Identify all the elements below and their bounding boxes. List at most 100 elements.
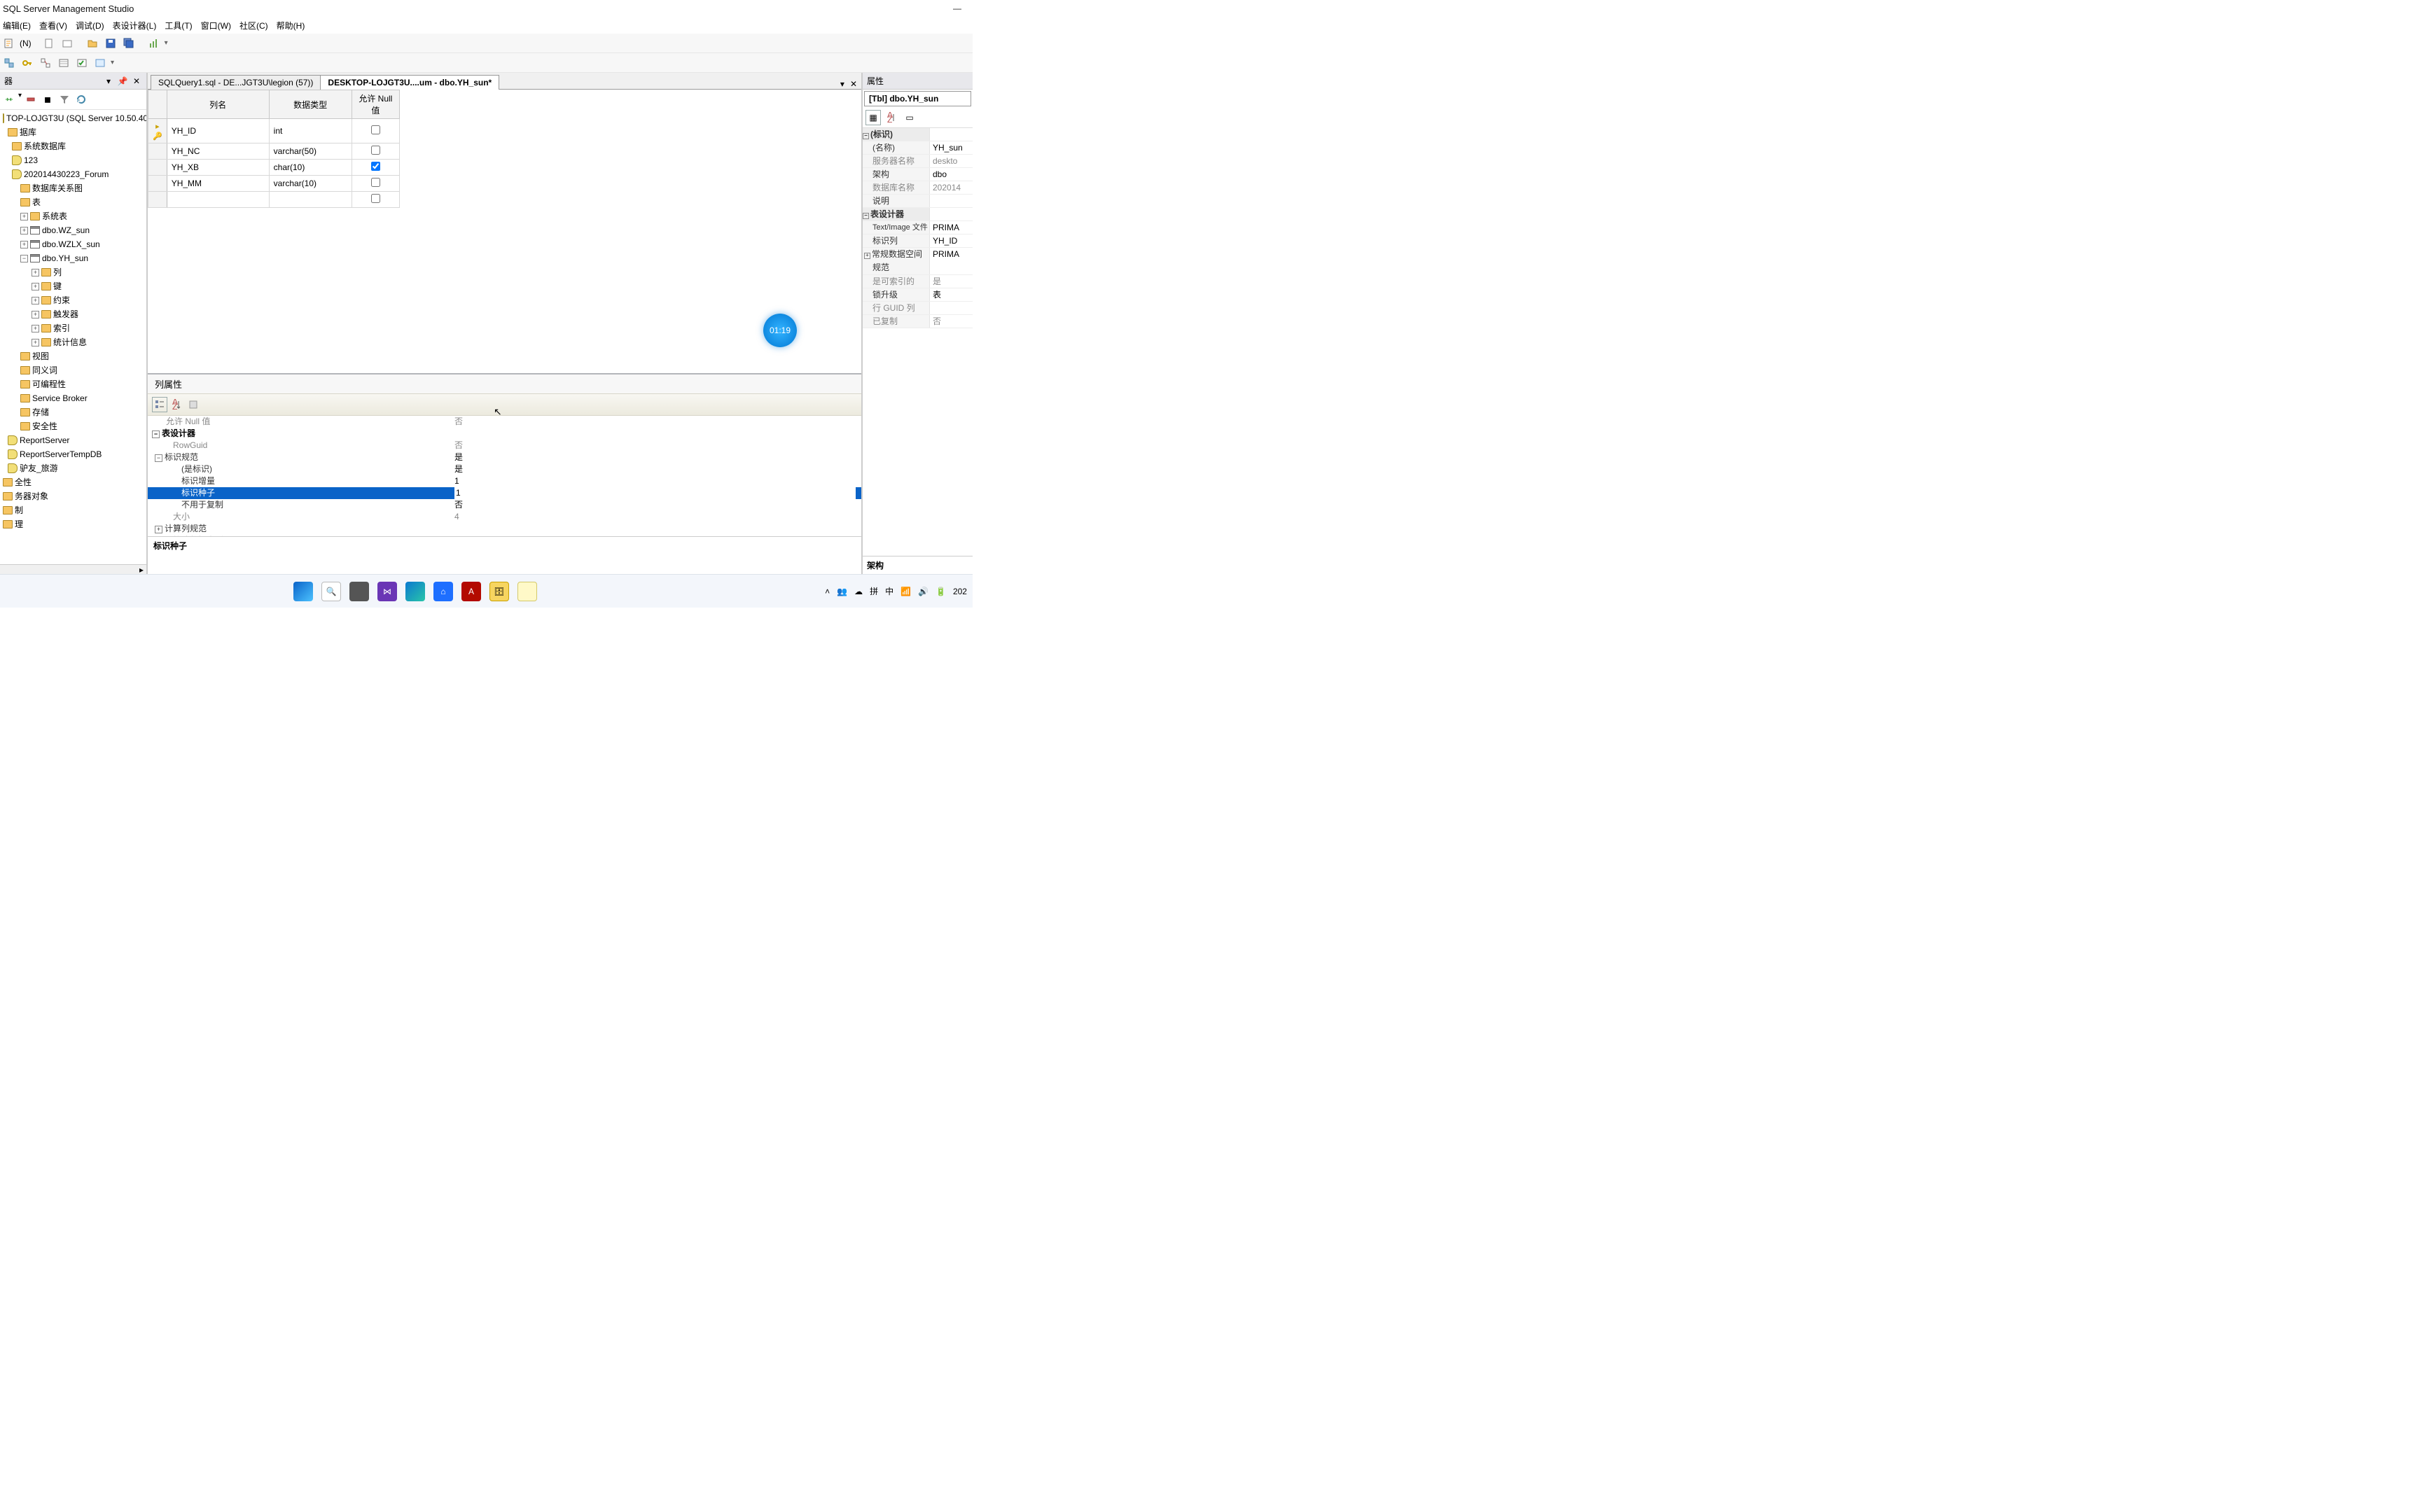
collapse-icon[interactable]: −: [20, 255, 28, 262]
allow-null-checkbox[interactable]: [371, 125, 380, 134]
connect-button[interactable]: [1, 92, 17, 107]
task-view-button[interactable]: [349, 582, 369, 601]
save-all-button[interactable]: [121, 36, 137, 51]
primary-key-icon: ▸🔑: [153, 122, 162, 141]
generate-change-script-button[interactable]: [1, 55, 17, 71]
col-header-null[interactable]: 允许 Null 值: [352, 90, 399, 119]
table-row: ▸🔑 YH_ID int: [148, 119, 400, 144]
mouse-cursor-icon: ↖: [494, 406, 502, 418]
tray-battery-icon[interactable]: 🔋: [936, 587, 946, 596]
allow-null-checkbox[interactable]: [371, 146, 380, 155]
object-explorer-tree[interactable]: TOP-LOJGT3U (SQL Server 10.50.40 据库 系统数据…: [0, 110, 146, 564]
disconnect-button[interactable]: [23, 92, 39, 107]
menu-help[interactable]: 帮助(H): [277, 20, 305, 31]
svg-text:Z: Z: [887, 115, 892, 123]
cell-type[interactable]: int: [269, 119, 352, 144]
tray-ime-icon[interactable]: 拼: [870, 585, 878, 597]
start-button[interactable]: [293, 582, 313, 601]
check-constraints-button[interactable]: [74, 55, 90, 71]
tray-wifi-icon[interactable]: 📶: [900, 587, 911, 596]
menu-table-designer[interactable]: 表设计器(L): [113, 20, 157, 31]
column-properties-title: 列属性: [148, 374, 861, 393]
prop-row[interactable]: 标识增量1: [148, 475, 861, 487]
open-button[interactable]: [85, 36, 100, 51]
new-query-button[interactable]: [1, 36, 17, 51]
menu-edit[interactable]: 编辑(E): [3, 20, 31, 31]
prop-row: 大小4: [148, 511, 861, 523]
tray-volume-icon[interactable]: 🔊: [918, 587, 929, 596]
categorize-button[interactable]: ▦: [865, 110, 881, 125]
properties-title: 属性: [867, 75, 968, 87]
alphabetical-button[interactable]: AZ: [884, 110, 899, 125]
prop-row: RowGuid否: [148, 440, 861, 451]
allow-null-checkbox[interactable]: [371, 162, 380, 171]
tray-clock[interactable]: 202: [953, 587, 967, 596]
allow-null-checkbox[interactable]: [371, 178, 380, 187]
close-icon[interactable]: ✕: [131, 76, 142, 86]
prop-row[interactable]: −标识规范是: [148, 451, 861, 463]
prop-row[interactable]: 不用于复制否: [148, 499, 861, 511]
relationships-button[interactable]: [38, 55, 53, 71]
document-tabs: SQLQuery1.sql - DE...JGT3U\legion (57)) …: [148, 73, 861, 90]
search-button[interactable]: 🔍: [321, 582, 341, 601]
tab-dropdown-icon[interactable]: ▾: [840, 79, 844, 89]
cell-name[interactable]: YH_ID: [167, 119, 269, 144]
expand-icon[interactable]: +: [20, 213, 28, 220]
activity-button[interactable]: [146, 36, 162, 51]
table-designer-grid[interactable]: 列名 数据类型 允许 Null 值 ▸🔑 YH_ID int YH_NC var…: [148, 90, 861, 373]
tray-chevron-icon[interactable]: ˄: [825, 587, 830, 596]
prop-row[interactable]: +计算列规范: [148, 523, 861, 535]
col-header-type[interactable]: 数据类型: [269, 90, 352, 119]
refresh-icon[interactable]: [74, 92, 89, 107]
menu-debug[interactable]: 调试(D): [76, 20, 104, 31]
properties-object-select[interactable]: [Tbl] dbo.YH_sun: [864, 91, 971, 106]
visual-studio-icon[interactable]: ⋈: [377, 582, 397, 601]
column-properties-panel: 列属性 AZ 允许 Null 值否 −表设计器 RowGuid否 −标识规范是 …: [148, 373, 861, 574]
properties-grid[interactable]: −(标识) (名称)YH_sun 服务器名称deskto 架构dbo 数据库名称…: [863, 128, 973, 328]
property-pages-button[interactable]: [186, 397, 201, 412]
tab-query[interactable]: SQLQuery1.sql - DE...JGT3U\legion (57)): [151, 75, 321, 90]
menu-tools[interactable]: 工具(T): [165, 20, 192, 31]
object-explorer-panel: 器 ▾ 📌 ✕ ▾ ◼ TOP-LOJGT3U (SQL Server 10.5…: [0, 73, 147, 574]
save-button[interactable]: [103, 36, 118, 51]
toolbar-main: (N) ▾: [0, 34, 973, 53]
prop-row-selected[interactable]: 标识种子1: [148, 487, 861, 499]
notepad-icon[interactable]: [517, 582, 537, 601]
menubar: 编辑(E) 查看(V) 调试(D) 表设计器(L) 工具(T) 窗口(W) 社区…: [0, 17, 973, 34]
meeting-app-icon[interactable]: ⌂: [433, 582, 453, 601]
categorize-button[interactable]: [152, 397, 167, 412]
prop-row[interactable]: (是标识)是: [148, 463, 861, 475]
stop-button[interactable]: ◼: [40, 92, 55, 107]
tab-close-icon[interactable]: ✕: [850, 79, 857, 89]
table-row: YH_NC varchar(50): [148, 144, 400, 160]
table-row: [148, 192, 400, 208]
alphabetical-button[interactable]: AZ: [169, 397, 184, 412]
edge-icon[interactable]: [405, 582, 425, 601]
set-primary-key-button[interactable]: [20, 55, 35, 71]
dropdown-icon[interactable]: ▾: [103, 76, 114, 86]
menu-community[interactable]: 社区(C): [239, 20, 268, 31]
pin-icon[interactable]: 📌: [117, 76, 128, 86]
tray-ime-lang[interactable]: 中: [885, 585, 893, 597]
tray-app-icon[interactable]: 👥: [837, 587, 847, 596]
indexes-button[interactable]: [56, 55, 71, 71]
tab-designer[interactable]: DESKTOP-LOJGT3U....um - dbo.YH_sun*: [320, 75, 499, 90]
filter-icon[interactable]: [57, 92, 72, 107]
col-header-name[interactable]: 列名: [167, 90, 269, 119]
ft-index-button[interactable]: [92, 55, 108, 71]
new-project-button[interactable]: [60, 36, 75, 51]
scroll-right-icon[interactable]: ▸: [139, 565, 144, 574]
table-row: YH_XB char(10): [148, 160, 400, 176]
server-icon: [3, 113, 4, 123]
adobe-icon[interactable]: A: [461, 582, 481, 601]
ssms-icon[interactable]: 🗄: [489, 582, 509, 601]
menu-view[interactable]: 查看(V): [39, 20, 67, 31]
prop-category[interactable]: −表设计器: [148, 428, 861, 440]
tray-onedrive-icon[interactable]: ☁: [854, 587, 863, 596]
prop-row: 简洁数据类型int: [148, 535, 861, 536]
new-item-button[interactable]: [41, 36, 57, 51]
menu-window[interactable]: 窗口(W): [201, 20, 231, 31]
allow-null-checkbox[interactable]: [371, 194, 380, 203]
property-pages-button[interactable]: ▭: [902, 110, 917, 125]
minimize-button[interactable]: —: [945, 4, 970, 13]
